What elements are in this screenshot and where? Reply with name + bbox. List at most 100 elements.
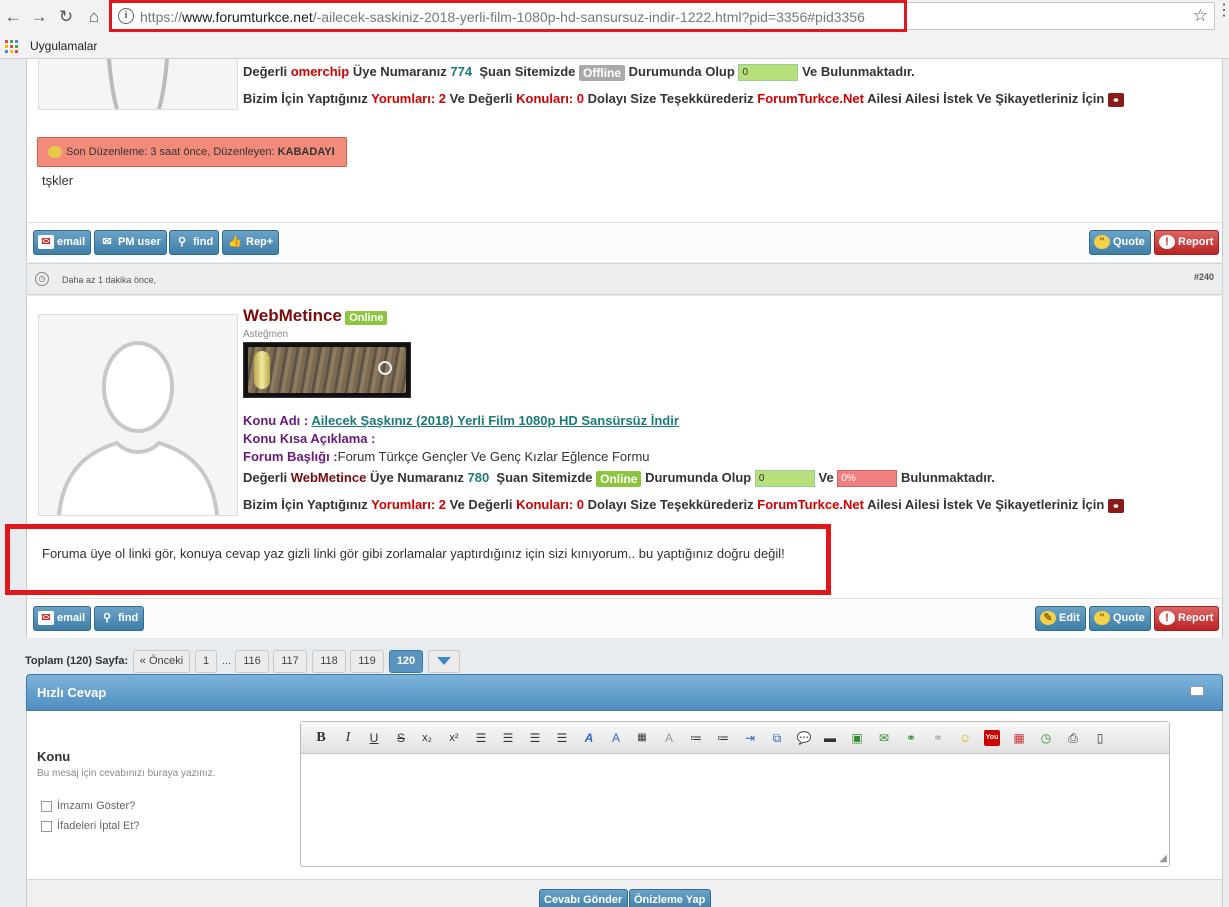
signature-option[interactable]: İmzamı Göster? <box>41 800 135 812</box>
disable-smilies-checkbox[interactable] <box>41 820 52 832</box>
home-icon[interactable]: ⌂ <box>83 6 105 28</box>
report-button[interactable]: ! Report <box>1154 230 1220 255</box>
user-rank: Asteğmen <box>243 329 289 340</box>
reload-icon[interactable]: ↻ <box>55 6 77 28</box>
find-button[interactable]: ⚲ find <box>94 606 145 631</box>
bold-icon[interactable]: B <box>313 730 329 746</box>
thumb-icon: 👍 <box>228 236 242 249</box>
rank-insignia-bar <box>254 351 270 389</box>
strikethrough-icon[interactable]: S <box>393 730 409 746</box>
menu-icon[interactable]: ⋮ <box>1216 3 1229 19</box>
username[interactable]: WebMetince <box>243 306 342 325</box>
italic-icon[interactable]: I <box>340 730 356 746</box>
subscript-icon[interactable]: x₂ <box>419 730 435 746</box>
thanks-line: Bizim İçin Yaptığınız Yorumları: 2 Ve De… <box>243 91 1124 107</box>
edit-button[interactable]: ✎ Edit <box>1035 606 1086 631</box>
align-left-icon[interactable]: ☰ <box>473 730 489 746</box>
quote-bubble-icon[interactable]: 💬 <box>796 730 812 746</box>
pm-user-button[interactable]: ✉ PM user <box>94 230 167 255</box>
superscript-icon[interactable]: x² <box>446 730 462 746</box>
collapse-icon[interactable] <box>1190 686 1204 696</box>
chevron-down-icon <box>437 657 451 665</box>
user-info-line: Değerli WebMetince Üye Numaranız 780 Şua… <box>243 470 995 488</box>
signature-checkbox[interactable] <box>41 800 52 812</box>
page-117[interactable]: 117 <box>273 650 307 673</box>
justify-icon[interactable]: ☰ <box>554 730 570 746</box>
thanks-line: Bizim İçin Yaptığınız Yorumları: 2 Ve De… <box>243 497 1124 513</box>
pagination-label: Toplam (120) Sayfa: <box>25 655 129 667</box>
time-icon[interactable]: ◷ <box>1038 730 1054 746</box>
font-size-icon[interactable]: A <box>608 730 624 746</box>
rep-button[interactable]: 👍 Rep+ <box>222 230 280 255</box>
email-link-icon[interactable]: ✉ <box>876 730 892 746</box>
email-button[interactable]: ✉ email <box>33 606 92 631</box>
quote-button[interactable]: " Quote <box>1089 606 1151 631</box>
youtube-icon[interactable]: You <box>984 730 1000 746</box>
message-highlight-box <box>5 524 831 595</box>
resize-handle-icon[interactable]: ◢ <box>1159 854 1167 864</box>
page-1[interactable]: 1 <box>195 650 217 673</box>
indent-icon[interactable]: ⇥ <box>742 730 758 746</box>
horizontal-rule-icon[interactable]: ▬ <box>822 730 838 746</box>
username-row: WebMetince Online <box>243 306 388 326</box>
page-jump-dropdown[interactable] <box>428 650 460 673</box>
numbered-list-icon[interactable]: ≔ <box>715 730 731 746</box>
color-picker-icon[interactable]: ▦ <box>634 730 650 746</box>
code-icon[interactable]: ⧉ <box>769 730 785 746</box>
quick-reply-title: Hızlı Cevap <box>37 685 107 700</box>
find-button[interactable]: ⚲ find <box>169 230 220 255</box>
preview-button[interactable]: Önizleme Yap <box>629 889 712 907</box>
bookmark-apps[interactable]: Uygulamalar <box>30 39 97 53</box>
email-button[interactable]: ✉ email <box>33 230 92 255</box>
page-116[interactable]: 116 <box>235 650 269 673</box>
post-number[interactable]: #240 <box>1194 272 1214 282</box>
image-icon[interactable]: ▣ <box>849 730 865 746</box>
avatar-silhouette-icon <box>57 341 219 516</box>
post-2-actions: ✉ email ⚲ find ✎ Edit " Quote ! Report <box>27 598 1222 638</box>
rank-insignia <box>243 342 411 398</box>
konu-description: Bu mesaj için cevabınızı buraya yazınız. <box>37 768 216 779</box>
topic-link[interactable]: Ailecek Şaşkınız (2018) Yerli Film 1080p… <box>311 413 679 428</box>
date-icon[interactable]: ▦ <box>1011 730 1027 746</box>
submit-reply-button[interactable]: Cevabı Gönder <box>539 889 629 907</box>
offline-badge: Offline <box>579 64 626 81</box>
user-info-line: Değerli omerchip Üye Numaranız 774 Şuan … <box>243 64 915 82</box>
font-icon[interactable]: A <box>581 730 597 746</box>
page-119[interactable]: 119 <box>350 650 384 673</box>
source-icon[interactable]: ▯ <box>1092 730 1108 746</box>
apps-icon[interactable] <box>5 40 18 53</box>
page-ellipsis: ... <box>222 655 232 667</box>
smiley-icon[interactable]: ☺ <box>957 730 973 746</box>
quote-button[interactable]: " Quote <box>1089 230 1151 255</box>
print-icon[interactable]: ⎙ <box>1065 730 1081 746</box>
back-icon[interactable]: ← <box>2 6 24 28</box>
disable-smilies-option[interactable]: İfadeleri İptal Et? <box>41 820 140 832</box>
forward-icon[interactable]: → <box>28 6 50 28</box>
page-content: Değerli omerchip Üye Numaranız 774 Şuan … <box>0 58 1229 907</box>
report-button[interactable]: ! Report <box>1154 606 1220 631</box>
unlink-icon[interactable]: ⚭ <box>930 730 946 746</box>
page-120-current[interactable]: 120 <box>389 650 423 673</box>
online-badge: Online <box>345 310 388 325</box>
link-icon[interactable]: ⚭ <box>1107 498 1124 513</box>
forum-title-row: Forum Başlığı :Forum Türkçe Gençler Ve G… <box>243 449 650 464</box>
link-icon[interactable]: ⚭ <box>1107 92 1124 107</box>
message-editor: B I U S x₂ x² ☰ ☰ ☰ ☰ A A ▦ A ≔ ≔ ⇥ ⧉ 💬 … <box>300 721 1170 867</box>
quote-icon: " <box>1094 235 1110 250</box>
bullet-list-icon[interactable]: ≔ <box>688 730 704 746</box>
align-right-icon[interactable]: ☰ <box>527 730 543 746</box>
envelope-icon: ✉ <box>102 236 112 249</box>
post-time: Daha az 1 dakika önce, <box>62 275 157 285</box>
align-center-icon[interactable]: ☰ <box>500 730 516 746</box>
prev-page-button[interactable]: « Önceki <box>133 650 190 673</box>
alert-icon: ! <box>1159 235 1175 250</box>
magnifier-icon: ⚲ <box>177 236 187 249</box>
topic-desc-row: Konu Kısa Açıklama : <box>243 431 376 446</box>
link-insert-icon[interactable]: ⚭ <box>903 730 919 746</box>
page-118[interactable]: 118 <box>312 650 346 673</box>
avatar <box>38 314 238 516</box>
remove-format-icon[interactable]: A <box>661 730 677 746</box>
bookmark-star-icon[interactable]: ☆ <box>1193 6 1208 26</box>
underline-icon[interactable]: U <box>366 730 382 746</box>
message-textarea[interactable] <box>301 755 1169 866</box>
